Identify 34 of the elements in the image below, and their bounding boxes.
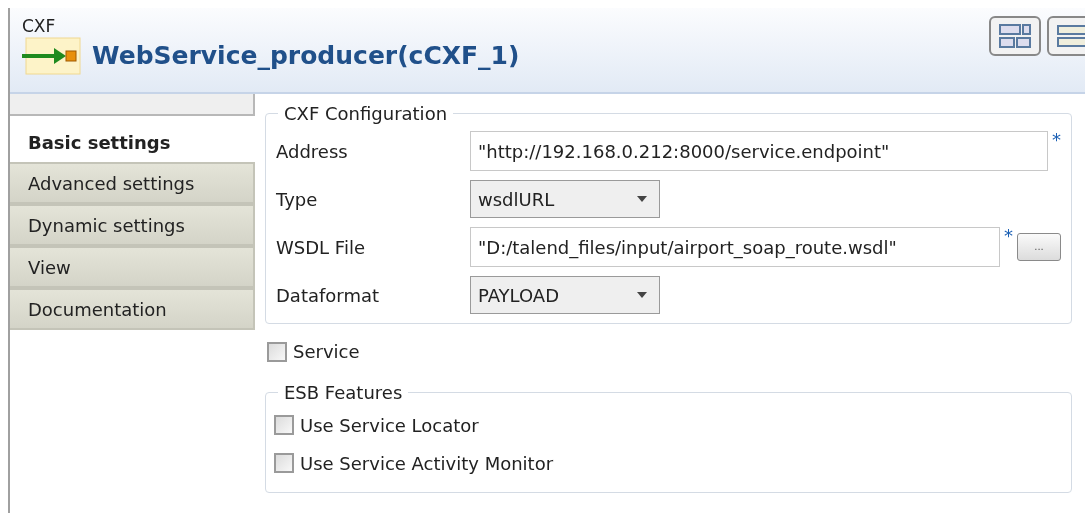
component-title: WebService_producer(cCXF_1)	[92, 40, 520, 73]
checkbox-label: Use Service Locator	[300, 413, 479, 438]
field-label: WSDL File	[276, 235, 366, 260]
group-title: ESB Features	[283, 381, 404, 405]
settings-tab[interactable]: Dynamic settings	[10, 204, 255, 246]
grid-icon	[999, 24, 1031, 48]
rows-icon	[1057, 24, 1085, 48]
caret-icon	[637, 292, 647, 298]
group-title: CXF Configuration	[283, 102, 449, 126]
layout-rows-button[interactable]	[1047, 16, 1085, 56]
caret-icon	[637, 196, 647, 202]
layout-grid-button[interactable]	[989, 16, 1041, 56]
dropdown[interactable]: wsdlURL	[470, 180, 660, 218]
checkbox[interactable]	[274, 453, 294, 473]
field-label: Type	[276, 187, 319, 212]
field-label: Dataformat	[276, 283, 381, 308]
browse-button[interactable]: ...	[1017, 233, 1061, 261]
dropdown-value: PAYLOAD	[477, 283, 561, 308]
checkbox-label: Use Service Activity Monitor	[300, 451, 554, 476]
required-marker: *	[1004, 227, 1013, 245]
dropdown[interactable]: PAYLOAD	[470, 276, 660, 314]
checkbox[interactable]	[274, 415, 294, 435]
text-field[interactable]: "D:/talend_files/input/airport_soap_route.wsdl"	[470, 227, 1000, 267]
dropdown-value: wsdlURL	[477, 187, 556, 212]
checkbox-label: Service	[293, 340, 360, 364]
required-marker: *	[1052, 131, 1061, 149]
settings-tab[interactable]: Advanced settings	[10, 162, 255, 204]
component-icon	[22, 37, 82, 75]
field-label: Address	[276, 139, 349, 164]
settings-tab[interactable]: Documentation	[10, 288, 255, 330]
checkbox[interactable]	[267, 341, 287, 362]
component-category: CXF	[22, 18, 57, 35]
settings-tab[interactable]: View	[10, 246, 255, 288]
text-field[interactable]: "http://192.168.0.212:8000/service.endpoint"	[470, 131, 1048, 171]
